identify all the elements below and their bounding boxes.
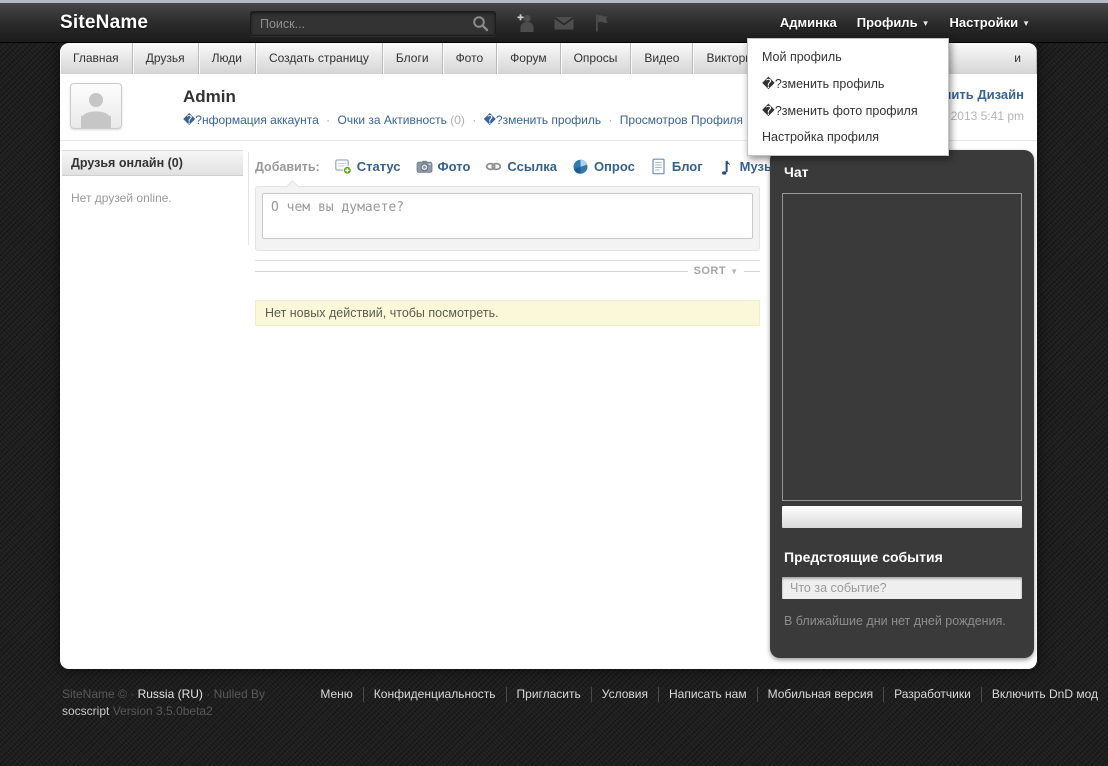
footer-link-privacy[interactable]: Конфиденциальность (363, 687, 506, 702)
tab-forum[interactable]: Форум (497, 43, 560, 74)
no-activity-notice: Нет новых действий, чтобы посмотреть. (255, 300, 760, 326)
menu-item-edit-profile[interactable]: �?зменить профиль (748, 70, 948, 97)
camera-icon (416, 158, 433, 175)
tab-home[interactable]: Главная (60, 43, 133, 74)
search-icon[interactable] (472, 15, 489, 32)
blog-page-icon (650, 158, 667, 175)
profile-date: 5, 2013 5:41 pm (936, 109, 1024, 123)
footer-link-terms[interactable]: Условия (591, 687, 658, 702)
music-note-icon (718, 158, 735, 175)
columns: Друзья онлайн (0) Нет друзей online. Доб… (60, 141, 1037, 658)
header-icon-group (515, 12, 613, 34)
feed-divider (255, 260, 760, 261)
chat-panel: Чат Предстоящие события В ближайшие дни … (770, 150, 1034, 658)
chevron-down-icon: ▼ (730, 267, 738, 276)
birthday-note: В ближайшие дни нет дней рождения. (784, 614, 1022, 628)
event-input[interactable] (782, 577, 1022, 599)
add-photo-button[interactable]: Фото (416, 158, 471, 175)
footer-link-developers[interactable]: Разработчики (883, 687, 981, 702)
tab-photos[interactable]: Фото (443, 43, 498, 74)
tab-create-page[interactable]: Создать страницу (256, 43, 383, 74)
footer-link-dnd[interactable]: Включить DnD мод (981, 687, 1108, 702)
menu-item-edit-profile-photo[interactable]: �?зменить фото профиля (748, 97, 948, 124)
add-friend-icon[interactable] (515, 12, 537, 34)
menu-item-my-profile[interactable]: Мой профиль (748, 44, 948, 70)
footer-copyright: SiteName © · Russia (RU) · Nulled By soc… (62, 686, 310, 720)
menu-item-profile-settings[interactable]: Настройка профиля (748, 124, 948, 150)
messages-icon[interactable] (553, 12, 575, 34)
add-status-button[interactable]: Статус (335, 158, 401, 175)
status-textarea[interactable] (262, 193, 753, 239)
profile-menu-button[interactable]: Профиль▼ (857, 15, 930, 30)
friends-online-empty-text: Нет друзей online. (71, 191, 243, 205)
profile-links-row: �?нформация аккаунта · Очки за Активност… (183, 113, 761, 127)
poll-pie-icon (572, 158, 589, 175)
footer-link-mobile[interactable]: Мобильная версия (757, 687, 884, 702)
activity-points-link[interactable]: Очки за Активность (337, 113, 446, 127)
footer-links: Меню Конфиденциальность Пригласить Услов… (310, 686, 1108, 702)
add-blog-button[interactable]: Блог (650, 158, 703, 175)
add-label: Добавить: (255, 160, 320, 174)
friends-online-title: Друзья онлайн (0) (62, 150, 243, 176)
add-poll-button[interactable]: Опрос (572, 158, 635, 175)
profile-avatar[interactable] (70, 83, 122, 129)
sort-dropdown[interactable]: SORT ▼ (694, 265, 738, 277)
footer-link-contact[interactable]: Написать нам (658, 687, 757, 702)
header-bar: SiteName (0, 3, 1108, 43)
content-area: Admin �?нформация аккаунта · Очки за Акт… (60, 74, 1037, 669)
change-design-link[interactable]: енить Дизайн (936, 87, 1024, 102)
settings-menu-button[interactable]: Настройки▼ (949, 15, 1030, 30)
socscript-link[interactable]: socscript (62, 704, 109, 718)
profile-meta: енить Дизайн 5, 2013 5:41 pm (936, 87, 1024, 123)
composer-notch (286, 180, 299, 193)
footer-link-invite[interactable]: Пригласить (506, 687, 591, 702)
composer-actions-row: Добавить: Статус (255, 158, 760, 175)
tab-people[interactable]: Люди (199, 43, 256, 74)
chat-title: Чат (784, 164, 1022, 180)
upcoming-events-title: Предстоящие события (784, 549, 1022, 565)
tab-blogs[interactable]: Блоги (383, 43, 443, 74)
profile-dropdown-menu: Мой профиль �?зменить профиль �?зменить … (747, 38, 949, 156)
admin-link[interactable]: Админка (780, 15, 837, 30)
profile-name: Admin (183, 87, 236, 107)
chevron-down-icon: ▼ (922, 19, 930, 28)
person-silhouette-icon (75, 90, 117, 128)
profile-views-link[interactable]: Просмотров Профиля (620, 113, 743, 127)
search-box (250, 11, 496, 36)
chat-messages (782, 193, 1022, 501)
footer-link-menu[interactable]: Меню (310, 687, 362, 702)
sort-row: SORT ▼ (255, 265, 760, 277)
status-icon (335, 158, 352, 175)
search-input[interactable] (250, 11, 496, 36)
link-icon (485, 158, 502, 175)
add-link-button[interactable]: Ссылка (485, 158, 557, 175)
tab-videos[interactable]: Видео (631, 43, 693, 74)
site-logo[interactable]: SiteName (60, 12, 148, 34)
edit-profile-link[interactable]: �?зменить профиль (484, 113, 602, 127)
account-info-link[interactable]: �?нформация аккаунта (183, 113, 319, 127)
chevron-down-icon: ▼ (1022, 19, 1030, 28)
status-composer (255, 186, 760, 251)
activity-points-count: (0) (450, 113, 465, 127)
footer: SiteName © · Russia (RU) · Nulled By soc… (0, 669, 1108, 720)
friends-online-sidebar: Друзья онлайн (0) Нет друзей online. (62, 150, 243, 658)
notifications-flag-icon[interactable] (591, 12, 613, 34)
feed-column: Добавить: Статус (255, 150, 760, 658)
tab-friends[interactable]: Друзья (133, 43, 199, 74)
tab-polls[interactable]: Опросы (561, 43, 632, 74)
header-links: Админка Профиль▼ Настройки▼ (780, 15, 1030, 30)
chat-input[interactable] (782, 506, 1022, 528)
